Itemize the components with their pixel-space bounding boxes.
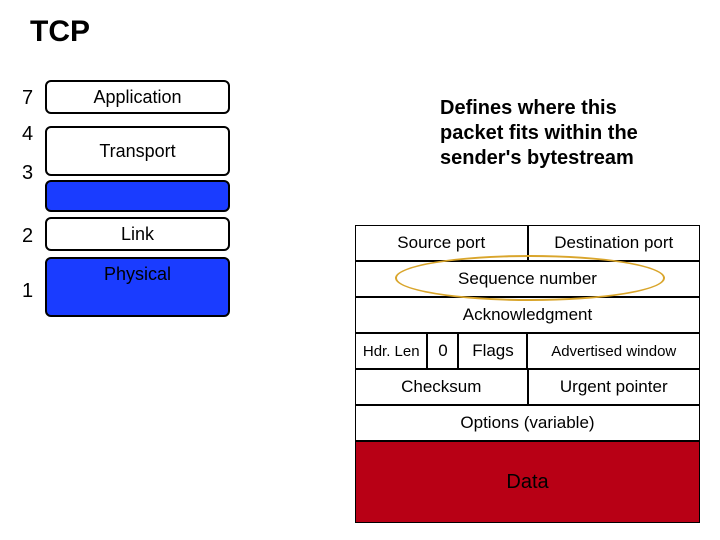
layer-num-2: 2 [22,225,33,248]
tcp-hdr-len: Hdr. Len [355,333,427,369]
tcp-reserved: 0 [427,333,458,369]
tcp-checksum: Checksum [355,369,528,405]
caption-line-1: Defines where this [440,96,638,121]
slide-title: TCP [30,15,90,49]
seq-highlight-circle [395,255,665,301]
layer-num-4: 4 [22,123,33,146]
tcp-data: Data [355,441,700,523]
layer-network-blank [45,180,230,212]
caption-line-2: packet fits within the [440,121,638,146]
layer-num-1: 1 [22,280,33,303]
layer-num-3: 3 [22,162,33,185]
tcp-flags: Flags [458,333,527,369]
caption-line-3: sender's bytestream [440,146,638,171]
tcp-options: Options (variable) [355,405,700,441]
tcp-ack-num: Acknowledgment [355,297,700,333]
layer-link: Link [45,217,230,251]
layer-num-7: 7 [22,87,33,110]
tcp-adv-window: Advertised window [527,333,700,369]
layer-physical: Physical [45,257,230,317]
tcp-urgent-ptr: Urgent pointer [528,369,701,405]
layer-transport: Transport [45,126,230,176]
layer-application: Application [45,80,230,114]
seq-caption: Defines where this packet fits within th… [440,96,638,171]
